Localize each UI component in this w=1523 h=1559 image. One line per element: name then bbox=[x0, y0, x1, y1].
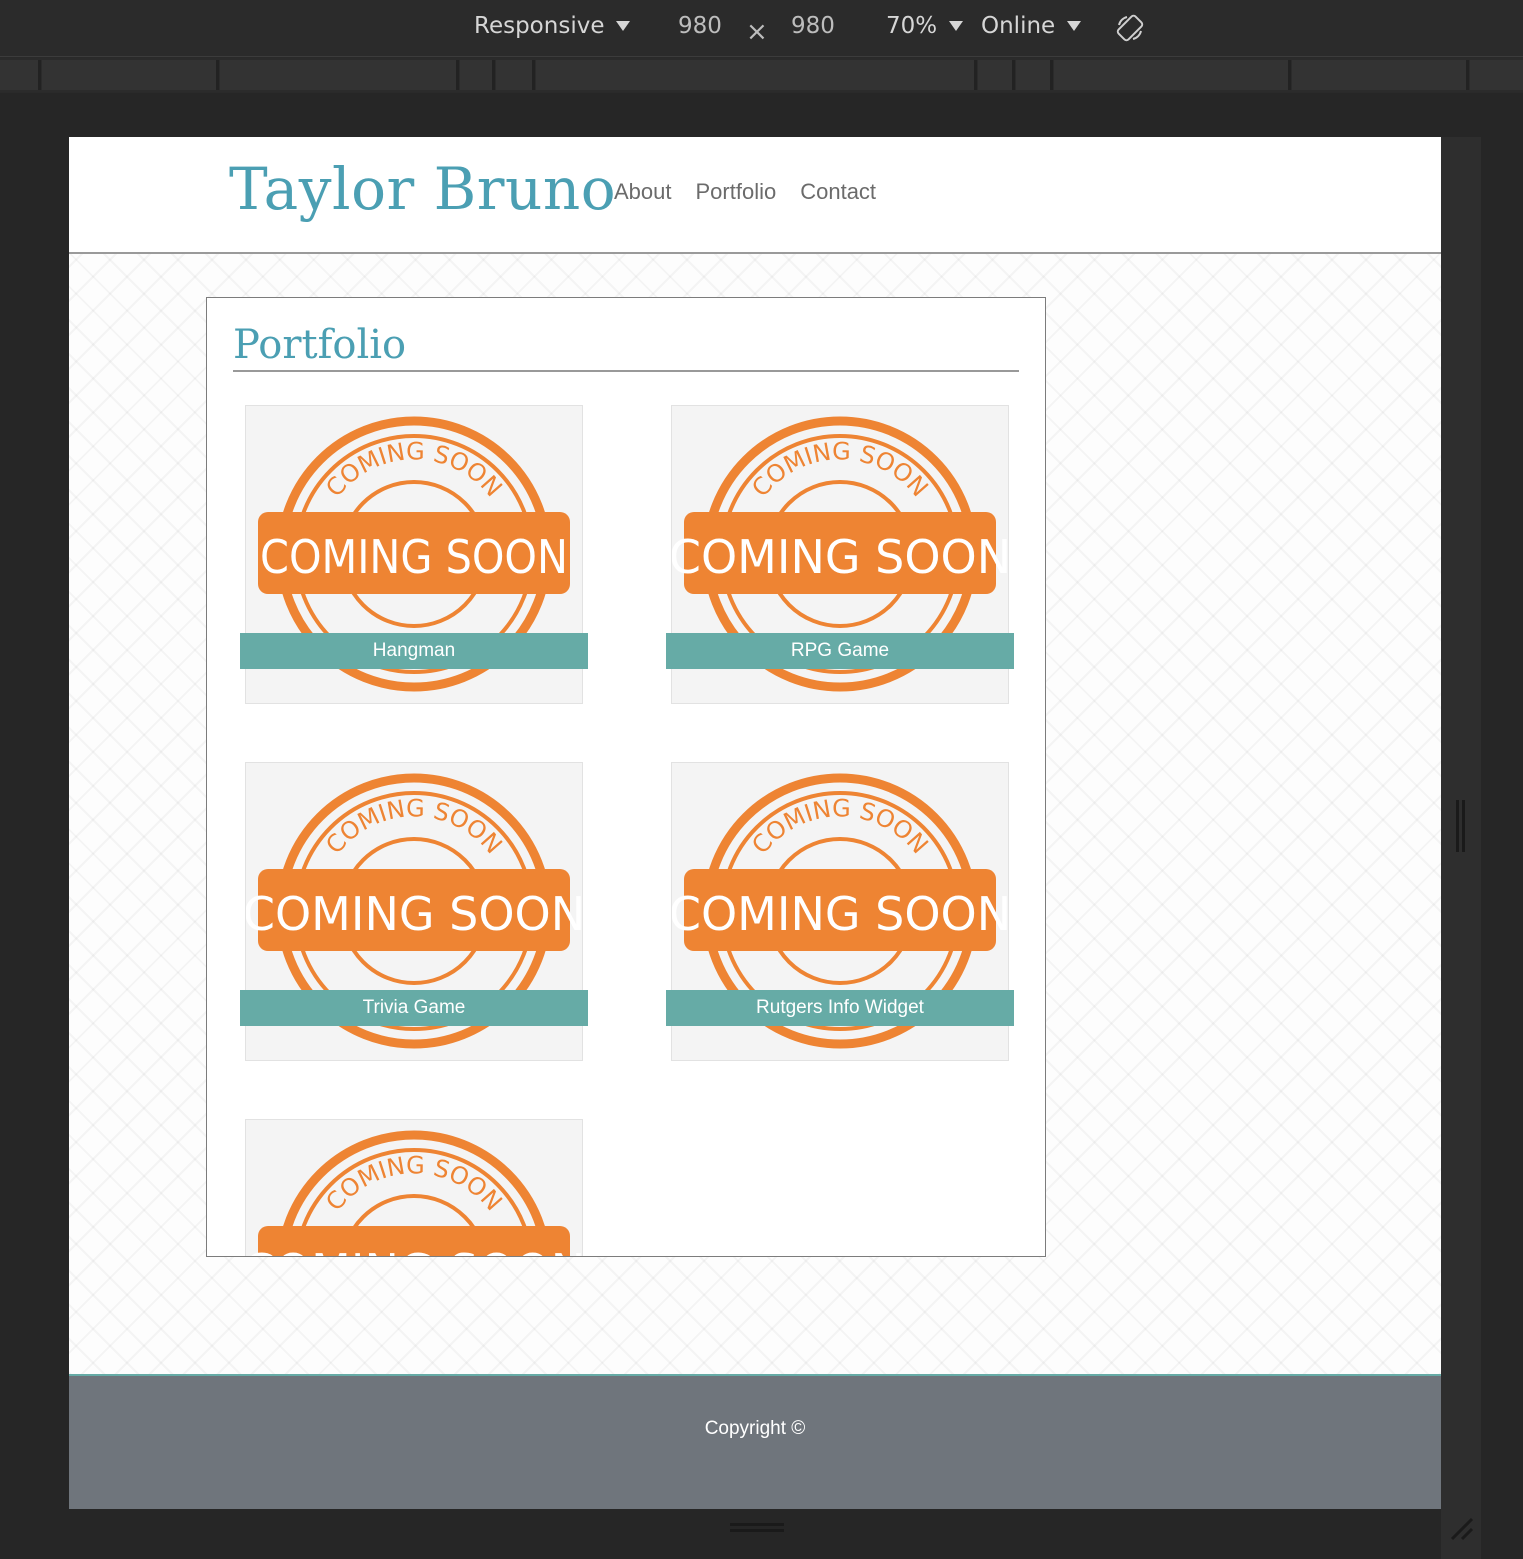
chevron-down-icon bbox=[1067, 21, 1082, 31]
svg-text:COMING SOON: COMING SOON bbox=[246, 1244, 582, 1257]
title-divider bbox=[233, 370, 1019, 372]
project-caption-rpg-game[interactable]: RPG Game bbox=[666, 633, 1014, 669]
network-select[interactable]: Online bbox=[981, 13, 1082, 39]
network-label: Online bbox=[981, 13, 1056, 39]
project-card[interactable]: COMING SOON COMING SOON Hangman bbox=[240, 405, 588, 704]
site-nav: About Portfolio Contact bbox=[614, 179, 876, 205]
device-select[interactable]: Responsive bbox=[474, 13, 631, 39]
svg-text:COMING SOON: COMING SOON bbox=[320, 437, 507, 502]
coming-soon-stamp-icon: COMING SOON COMING SOON bbox=[246, 1130, 582, 1257]
project-card[interactable]: COMING SOON COMING SOON Rutgers Info Wid… bbox=[666, 762, 1014, 1061]
site-header: Taylor Bruno About Portfolio Contact bbox=[69, 137, 1441, 254]
ruler-segment[interactable] bbox=[496, 60, 535, 90]
project-caption-rutgers-info-widget[interactable]: Rutgers Info Widget bbox=[666, 990, 1014, 1026]
ruler-segment[interactable] bbox=[1470, 60, 1523, 90]
svg-text:COMING SOON: COMING SOON bbox=[746, 794, 933, 859]
site-footer: Copyright © bbox=[69, 1374, 1441, 1509]
project-caption-trivia-game[interactable]: Trivia Game bbox=[240, 990, 588, 1026]
times-icon: × bbox=[746, 17, 768, 47]
chevron-down-icon bbox=[616, 21, 631, 31]
nav-about[interactable]: About bbox=[614, 179, 672, 205]
svg-text:COMING SOON: COMING SOON bbox=[246, 887, 582, 941]
ruler-segment[interactable] bbox=[536, 60, 977, 90]
copyright-text: Copyright © bbox=[704, 1418, 806, 1439]
ruler-segment[interactable] bbox=[220, 60, 459, 90]
width-field[interactable]: 980 bbox=[678, 13, 722, 39]
project-card[interactable]: COMING SOON COMING SOON bbox=[245, 1119, 583, 1257]
width-value: 980 bbox=[678, 13, 722, 39]
site-brand[interactable]: Taylor Bruno bbox=[229, 155, 616, 223]
nav-portfolio[interactable]: Portfolio bbox=[696, 179, 777, 205]
svg-text:COMING SOON: COMING SOON bbox=[672, 887, 1008, 941]
ruler-segment[interactable] bbox=[1292, 60, 1469, 90]
zoom-label: 70% bbox=[886, 13, 938, 39]
rotate-icon[interactable] bbox=[1115, 13, 1145, 43]
svg-text:COMING SOON: COMING SOON bbox=[672, 530, 1008, 584]
nav-contact[interactable]: Contact bbox=[800, 179, 876, 205]
height-value: 980 bbox=[791, 13, 835, 39]
devtools-toolbar: Responsive 980 × 980 70% Online bbox=[0, 0, 1523, 57]
device-label: Responsive bbox=[474, 13, 605, 39]
dimension-separator: × bbox=[746, 17, 768, 47]
resize-handle-bottom[interactable] bbox=[730, 1523, 784, 1535]
ruler-segment[interactable] bbox=[978, 60, 1015, 90]
ruler-segment[interactable] bbox=[0, 60, 41, 90]
ruler-segment[interactable] bbox=[460, 60, 495, 90]
project-card[interactable]: COMING SOON COMING SOON RPG Game bbox=[666, 405, 1014, 704]
ruler-segment[interactable] bbox=[1016, 60, 1053, 90]
resize-handle-right[interactable] bbox=[1456, 800, 1466, 852]
portfolio-panel[interactable]: Portfolio COMING SOON COMING SOON Hangma… bbox=[206, 297, 1046, 1257]
svg-text:COMING SOON: COMING SOON bbox=[746, 437, 933, 502]
height-field[interactable]: 980 bbox=[791, 13, 835, 39]
section-title: Portfolio bbox=[233, 322, 407, 368]
svg-text:COMING SOON: COMING SOON bbox=[320, 1151, 507, 1216]
resize-corner-icon[interactable] bbox=[1448, 1515, 1476, 1543]
media-query-ruler[interactable] bbox=[0, 58, 1523, 92]
svg-text:COMING SOON: COMING SOON bbox=[320, 794, 507, 859]
project-card[interactable]: COMING SOON COMING SOON Trivia Game bbox=[240, 762, 588, 1061]
svg-text:COMING SOON: COMING SOON bbox=[260, 530, 568, 584]
project-caption-hangman[interactable]: Hangman bbox=[240, 633, 588, 669]
emulated-page: Taylor Bruno About Portfolio Contact Por… bbox=[69, 137, 1441, 1509]
chevron-down-icon bbox=[949, 21, 964, 31]
ruler-segment[interactable] bbox=[42, 60, 219, 90]
zoom-select[interactable]: 70% bbox=[886, 13, 964, 39]
ruler-segment[interactable] bbox=[1054, 60, 1291, 90]
